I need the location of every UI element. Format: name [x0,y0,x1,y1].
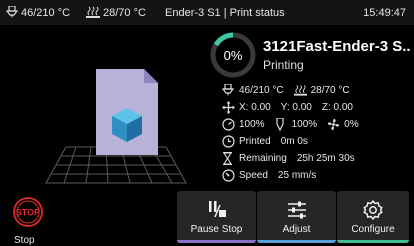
adjust-label: Adjust [282,224,311,235]
pause-button[interactable]: Pause Stop [177,191,256,243]
speed-label: Speed [239,170,268,181]
fan-icon [327,118,340,131]
y-position: Y: 0.00 [280,102,312,113]
print-status-panel: 0% 3121Fast-Ender-3 S... Printing 46/210… [0,25,414,246]
bed-temp-text: 28/70 °C [103,6,146,19]
clock-icon [222,135,235,148]
printed-time-row: Printed 0m 0s [222,135,308,148]
configure-button[interactable]: Configure [337,191,409,243]
speed-percent: 100% [239,119,265,130]
stop-icon-text: STOP [16,208,40,218]
speedometer-icon [222,169,235,182]
nozzle-temp-value: 46/210 °C [239,85,284,96]
model-preview-icon [45,69,187,184]
hourglass-icon [222,152,235,165]
flow-percent: 100% [291,119,318,130]
nozzle-icon [222,84,235,97]
adjust-button[interactable]: Adjust [257,191,336,243]
rates-row: 100% 100% 0% [222,118,359,131]
flow-icon [275,118,288,131]
file-name: 3121Fast-Ender-3 S... [263,38,411,55]
configure-accent-bar [337,240,409,243]
gear-icon [363,200,383,220]
pause-accent-bar [177,240,256,243]
speed-value: 25 mm/s [277,170,317,181]
z-position: Z: 0.00 [321,102,353,113]
remaining-label: Remaining [239,153,287,164]
temps-row: 46/210 °C 28/70 °C [222,84,350,97]
status-bar: 46/210 °C 28/70 °C Ender-3 S1 | Print st… [0,0,414,25]
progress-percent: 0% [223,47,243,63]
print-state: Printing [263,58,304,72]
remaining-value: 25h 25m 30s [296,153,355,164]
configure-label: Configure [351,224,395,235]
speed-row: Speed 25 mm/s [222,169,316,182]
heatbed-icon [293,84,307,97]
stop-label: Stop [14,235,35,246]
nozzle-icon [6,6,18,19]
move-axes-icon [222,101,235,114]
fan-percent: 0% [344,119,359,130]
nozzle-temp-indicator: 46/210 °C [6,6,70,19]
page-title: Ender-3 S1 | Print status [165,7,285,19]
heatbed-icon [86,6,100,19]
sliders-icon [287,201,306,219]
x-position: X: 0.00 [239,102,271,113]
nozzle-temp-text: 46/210 °C [21,6,71,19]
clock: 15:49:47 [363,7,406,19]
printed-value: 0m 0s [280,136,308,147]
remaining-time-row: Remaining 25h 25m 30s [222,152,355,165]
printed-label: Printed [239,136,271,147]
bed-temp-indicator: 28/70 °C [86,6,146,19]
stop-icon: STOP [13,197,43,227]
speed-gauge-icon [222,118,235,131]
bed-temp-value: 28/70 °C [310,85,350,96]
adjust-accent-bar [257,240,336,243]
pause-label: Pause Stop [190,224,243,235]
position-row: X: 0.00 Y: 0.00 Z: 0.00 [222,101,353,114]
pause-stop-icon [208,201,226,218]
